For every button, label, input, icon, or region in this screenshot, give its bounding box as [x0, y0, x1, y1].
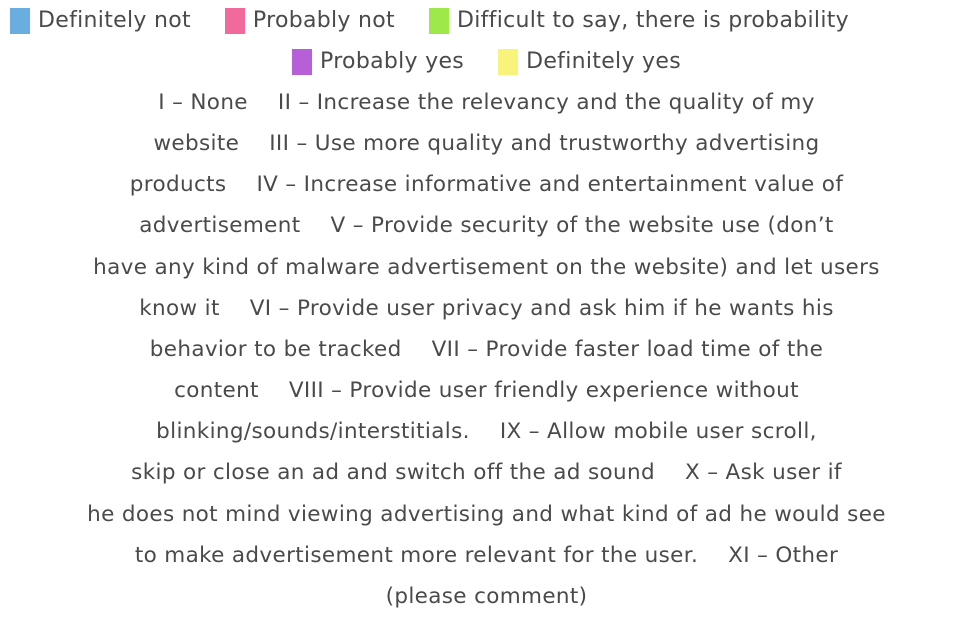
note-text: know it: [139, 295, 220, 321]
note-line: have any kind of malware advertisement o…: [0, 247, 973, 288]
note-line: skip or close an ad and switch off the a…: [0, 452, 973, 493]
note-text: website: [153, 131, 240, 157]
legend-label-probably-not: Probably not: [252, 8, 395, 33]
legend-swatch-definitely-not: [10, 7, 30, 34]
note-text: content: [174, 378, 259, 404]
note-text: he does not mind viewing advertising and…: [87, 501, 886, 527]
note-line: to make advertisement more relevant for …: [0, 535, 973, 576]
note-text: X – Ask user if: [684, 460, 842, 486]
note-text: (please comment): [385, 583, 588, 609]
note-text: I – None: [158, 90, 248, 115]
note-line: products IV – Increase informative and en…: [0, 164, 973, 205]
note-line: (please comment): [0, 576, 973, 617]
note-text: III – Use more quality and trustworthy a…: [269, 131, 820, 157]
legend-item-probably-yes: Probably yes: [292, 48, 465, 75]
legend-swatch-probably-not: [224, 7, 245, 34]
legend-swatch-difficult-to-say: [428, 7, 449, 34]
note-text: II – Increase the relevancy and the qual…: [277, 90, 815, 115]
note-text: skip or close an ad and switch off the a…: [131, 460, 655, 486]
note-text: XI – Other: [728, 542, 839, 568]
legend-item-probably-not: Probably not: [224, 7, 395, 34]
note-line: he does not mind viewing advertising and…: [0, 494, 973, 535]
note-text: behavior to be tracked: [149, 336, 402, 362]
note-line: advertisement V – Provide security of the…: [0, 205, 973, 246]
note-line: I – None II – Increase the relevancy and …: [0, 82, 973, 123]
note-text: VIII – Provide user friendly experience …: [288, 378, 799, 404]
note-text: blinking/sounds/interstitials.: [156, 419, 470, 445]
note-text: IX – Allow mobile user scroll,: [499, 419, 817, 445]
legend-label-difficult-to-say: Difficult to say, there is probability: [456, 8, 849, 33]
chart-legend: Definitely not Probably not Difficult to…: [0, 0, 973, 82]
note-line: content VIII – Provide user friendly expe…: [0, 370, 973, 411]
legend-swatch-probably-yes: [292, 48, 313, 75]
note-line: behavior to be tracked VII – Provide fast…: [0, 329, 973, 370]
legend-item-definitely-not: Definitely not: [10, 7, 191, 34]
note-text: to make advertisement more relevant for …: [134, 542, 699, 568]
note-line: website III – Use more quality and trustw…: [0, 123, 973, 164]
legend-item-definitely-yes: Definitely yes: [498, 48, 681, 75]
note-text: advertisement: [139, 213, 301, 239]
legend-row-1: Definitely not Probably not Difficult to…: [0, 0, 973, 41]
note-text: VI – Provide user privacy and ask him if…: [249, 295, 834, 321]
legend-label-probably-yes: Probably yes: [320, 49, 465, 74]
note-text: IV – Increase informative and entertainm…: [256, 172, 844, 198]
legend-label-definitely-yes: Definitely yes: [526, 49, 681, 74]
note-text: products: [129, 172, 227, 198]
legend-item-difficult-to-say: Difficult to say, there is probability: [428, 7, 849, 34]
note-text: VII – Provide faster load time of the: [431, 336, 824, 362]
legend-label-definitely-not: Definitely not: [38, 8, 191, 33]
chart-note: I – None II – Increase the relevancy and …: [0, 82, 973, 617]
note-line: blinking/sounds/interstitials. IX – Allow…: [0, 411, 973, 452]
legend-swatch-definitely-yes: [498, 48, 519, 75]
legend-row-2: Probably yes Definitely yes: [0, 41, 973, 82]
note-text: have any kind of malware advertisement o…: [93, 254, 880, 280]
note-text: V – Provide security of the website use …: [330, 213, 834, 239]
note-line: know it VI – Provide user privacy and ask…: [0, 288, 973, 329]
